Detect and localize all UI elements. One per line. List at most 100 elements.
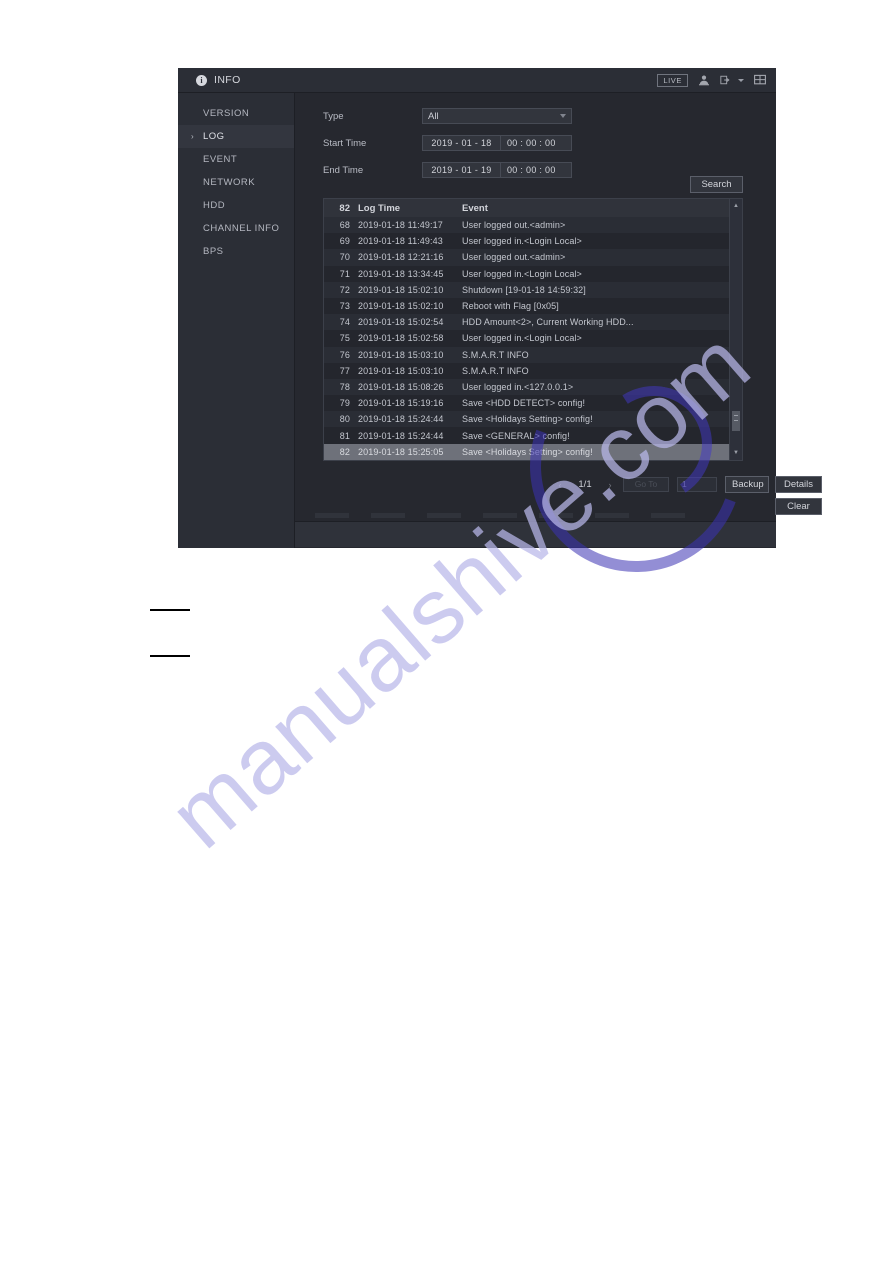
sidebar-item-label: VERSION bbox=[203, 108, 250, 119]
row-log-time: 2019-01-18 11:49:43 bbox=[358, 236, 443, 247]
row-event: User logged in.<Login Local> bbox=[462, 236, 582, 247]
start-clock-value[interactable]: 00 : 00 : 00 bbox=[501, 136, 571, 150]
info-log-window: i INFO LIVE VERSION › LOG EVENT NETWORK … bbox=[178, 68, 822, 548]
prev-page-button[interactable]: ‹ bbox=[555, 480, 565, 490]
taskbar-strip bbox=[295, 510, 776, 521]
sidebar-item-version[interactable]: VERSION bbox=[178, 102, 294, 125]
go-to-input[interactable]: 1 bbox=[677, 477, 717, 492]
row-log-time: 2019-01-18 15:24:44 bbox=[358, 414, 444, 425]
row-log-time: 2019-01-18 15:02:10 bbox=[358, 301, 444, 312]
live-badge[interactable]: LIVE bbox=[657, 73, 688, 87]
row-event: Save <HDD DETECT> config! bbox=[462, 398, 586, 409]
row-index: 78 bbox=[339, 381, 350, 392]
taskbar-chip bbox=[315, 513, 349, 518]
taskbar-chip bbox=[595, 513, 629, 518]
sidebar-item-event[interactable]: EVENT bbox=[178, 148, 294, 171]
chevron-down-icon bbox=[560, 114, 566, 118]
table-row[interactable]: 71 2019-01-18 13:34:45 User logged in.<L… bbox=[324, 265, 742, 282]
table-row[interactable]: 77 2019-01-18 15:03:10 S.M.A.R.T INFO bbox=[324, 362, 742, 379]
sidebar-item-bps[interactable]: BPS bbox=[178, 240, 294, 263]
end-date-value[interactable]: 2019 - 01 - 19 bbox=[423, 163, 501, 177]
sidebar-item-label: BPS bbox=[203, 246, 224, 257]
end-clock-value[interactable]: 00 : 00 : 00 bbox=[501, 163, 571, 177]
row-index: 74 bbox=[339, 317, 350, 328]
table-row[interactable]: 70 2019-01-18 12:21:16 User logged out.<… bbox=[324, 249, 742, 266]
header-index: 82 bbox=[339, 202, 350, 214]
row-event: User logged in.<Login Local> bbox=[462, 333, 582, 344]
row-index: 82 bbox=[339, 446, 350, 457]
scrollbar-grip bbox=[734, 415, 738, 416]
sidebar-item-label: LOG bbox=[203, 131, 225, 142]
sidebar-item-label: CHANNEL INFO bbox=[203, 223, 280, 234]
user-icon[interactable] bbox=[698, 74, 710, 86]
row-index: 75 bbox=[339, 333, 350, 344]
row-index: 73 bbox=[339, 301, 350, 312]
table-row[interactable]: 73 2019-01-18 15:02:10 Reboot with Flag … bbox=[324, 297, 742, 315]
next-page-button[interactable]: › bbox=[605, 480, 615, 490]
row-log-time: 2019-01-18 12:21:16 bbox=[358, 252, 444, 263]
row-log-time: 2019-01-18 15:03:10 bbox=[358, 365, 444, 376]
search-button[interactable]: Search bbox=[690, 176, 743, 193]
row-event: User logged out.<admin> bbox=[462, 252, 566, 263]
title-right-group: LIVE bbox=[657, 73, 766, 87]
clear-button[interactable]: Clear bbox=[775, 498, 822, 515]
sidebar-item-hdd[interactable]: HDD bbox=[178, 194, 294, 217]
window-footer bbox=[295, 521, 776, 547]
start-time-field[interactable]: 2019 - 01 - 18 00 : 00 : 00 bbox=[422, 135, 572, 151]
table-row[interactable]: 68 2019-01-18 11:49:17 User logged out.<… bbox=[324, 217, 742, 234]
table-row[interactable]: 72 2019-01-18 15:02:10 Shutdown [19-01-1… bbox=[324, 281, 742, 298]
sidebar-item-label: NETWORK bbox=[203, 177, 256, 188]
row-log-time: 2019-01-18 15:03:10 bbox=[358, 349, 444, 360]
scrollbar-thumb[interactable] bbox=[732, 411, 740, 431]
header-event: Event bbox=[462, 202, 488, 214]
row-event: Save <GENERAL> config! bbox=[462, 430, 570, 441]
row-log-time: 2019-01-18 15:02:58 bbox=[358, 333, 444, 344]
table-row[interactable]: 79 2019-01-18 15:19:16 Save <HDD DETECT>… bbox=[324, 395, 742, 412]
type-select[interactable]: All bbox=[422, 108, 572, 124]
start-date-value[interactable]: 2019 - 01 - 18 bbox=[423, 136, 501, 150]
row-log-time: 2019-01-18 13:34:45 bbox=[358, 268, 444, 279]
go-to-label[interactable]: Go To bbox=[623, 477, 669, 492]
table-row[interactable]: 76 2019-01-18 15:03:10 S.M.A.R.T INFO bbox=[324, 346, 742, 363]
table-row[interactable]: 78 2019-01-18 15:08:26 User logged in.<1… bbox=[324, 378, 742, 396]
table-row[interactable]: 80 2019-01-18 15:24:44 Save <Holidays Se… bbox=[324, 411, 742, 428]
scroll-down-icon[interactable]: ▼ bbox=[730, 448, 742, 458]
row-event: User logged out.<admin> bbox=[462, 220, 566, 231]
row-event: Save <Holidays Setting> config! bbox=[462, 414, 593, 425]
table-row[interactable]: 74 2019-01-18 15:02:54 HDD Amount<2>, Cu… bbox=[324, 314, 742, 331]
backup-button[interactable]: Backup bbox=[725, 476, 769, 493]
taskbar-chip bbox=[427, 513, 461, 518]
sidebar-item-log[interactable]: › LOG bbox=[178, 125, 294, 148]
chevron-down-icon[interactable] bbox=[738, 78, 744, 82]
sidebar-item-network[interactable]: NETWORK bbox=[178, 171, 294, 194]
row-log-time: 2019-01-18 15:02:10 bbox=[358, 284, 444, 295]
row-log-time: 2019-01-18 15:08:26 bbox=[358, 381, 444, 392]
end-time-field[interactable]: 2019 - 01 - 19 00 : 00 : 00 bbox=[422, 162, 572, 178]
logout-icon[interactable] bbox=[720, 74, 730, 86]
row-event: S.M.A.R.T INFO bbox=[462, 349, 529, 360]
document-rule-top bbox=[150, 609, 190, 611]
page-title: INFO bbox=[214, 74, 241, 86]
table-scrollbar[interactable]: ▲ ▼ bbox=[729, 199, 742, 460]
chevron-right-icon: › bbox=[191, 132, 195, 141]
row-index: 68 bbox=[339, 220, 350, 231]
header-log-time: Log Time bbox=[358, 202, 401, 214]
type-label: Type bbox=[323, 110, 344, 122]
row-index: 71 bbox=[339, 268, 350, 279]
log-table: 82 Log Time Event 68 2019-01-18 11:49:17… bbox=[323, 198, 743, 461]
table-row[interactable]: 75 2019-01-18 15:02:58 User logged in.<L… bbox=[324, 330, 742, 347]
row-log-time: 2019-01-18 15:24:44 bbox=[358, 430, 444, 441]
table-row-selected[interactable]: 82 2019-01-18 15:25:05 Save <Holidays Se… bbox=[324, 443, 742, 460]
table-row[interactable]: 69 2019-01-18 11:49:43 User logged in.<L… bbox=[324, 233, 742, 250]
details-button[interactable]: Details bbox=[775, 476, 822, 493]
row-index: 69 bbox=[339, 236, 350, 247]
row-event: S.M.A.R.T INFO bbox=[462, 365, 529, 376]
row-event: Shutdown [19-01-18 14:59:32] bbox=[462, 284, 586, 295]
sidebar-item-label: EVENT bbox=[203, 154, 238, 165]
row-event: Reboot with Flag [0x05] bbox=[462, 301, 559, 312]
taskbar-chip bbox=[539, 513, 573, 518]
table-row[interactable]: 81 2019-01-18 15:24:44 Save <GENERAL> co… bbox=[324, 427, 742, 444]
screen-split-icon[interactable] bbox=[754, 74, 766, 86]
scroll-up-icon[interactable]: ▲ bbox=[730, 201, 742, 211]
sidebar-item-channel-info[interactable]: CHANNEL INFO bbox=[178, 217, 294, 240]
